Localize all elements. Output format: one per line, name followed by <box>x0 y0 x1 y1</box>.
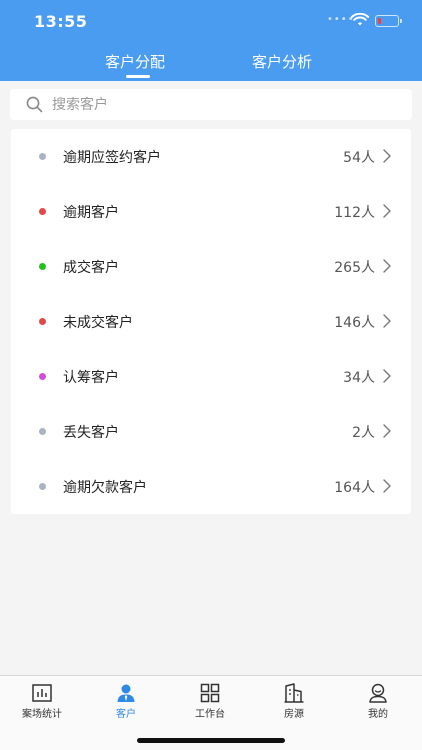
customer-group-label: 未成交客户 <box>63 315 133 331</box>
customer-group-label: 逾期欠款客户 <box>63 480 147 496</box>
grid-icon <box>200 683 220 703</box>
building-icon <box>284 683 304 703</box>
profile-icon <box>368 683 388 703</box>
customer-group-count: 34人 <box>343 370 375 386</box>
customer-group-count: 2人 <box>352 425 375 441</box>
chevron-right-icon <box>383 259 391 273</box>
customer-group-count: 54人 <box>343 150 375 166</box>
active-tab-indicator <box>126 75 150 78</box>
chevron-right-icon <box>383 314 391 328</box>
nav-item-chart[interactable]: 案场统计 <box>0 676 84 724</box>
status-dot <box>39 373 46 380</box>
home-indicator <box>137 738 285 743</box>
wifi-icon <box>351 13 369 26</box>
status-dot <box>39 263 46 270</box>
customer-group-row[interactable]: 逾期应签约客户 54人 <box>11 129 411 184</box>
nav-label: 案场统计 <box>22 709 62 720</box>
search-bar <box>10 89 412 120</box>
status-bar: 13:55 •••• <box>0 0 422 44</box>
chevron-right-icon <box>383 479 391 493</box>
nav-label: 工作台 <box>195 709 225 720</box>
customer-group-label: 逾期客户 <box>63 205 119 221</box>
nav-item-profile[interactable]: 我的 <box>336 676 420 724</box>
user-icon <box>116 683 136 703</box>
customer-group-list: 逾期应签约客户 54人逾期客户 112人成交客户 265人未成交客户 146人认筹客户 3… <box>11 129 411 514</box>
customer-group-row[interactable]: 成交客户 265人 <box>11 239 411 294</box>
status-dot <box>39 483 46 490</box>
customer-group-count: 112人 <box>334 205 375 221</box>
chart-icon <box>32 683 52 703</box>
customer-group-count: 164人 <box>334 480 375 496</box>
chevron-right-icon <box>383 204 391 218</box>
nav-label: 房源 <box>284 709 304 720</box>
battery-icon <box>375 15 402 27</box>
customer-group-label: 成交客户 <box>63 260 119 276</box>
tab-customer-analysis[interactable]: 客户分析 <box>252 51 312 72</box>
nav-item-building[interactable]: 房源 <box>252 676 336 724</box>
chevron-right-icon <box>383 369 391 383</box>
tab-bar: 客户分配 客户分析 <box>0 44 422 81</box>
customer-group-label: 丢失客户 <box>63 425 119 441</box>
chevron-right-icon <box>383 149 391 163</box>
customer-group-label: 逾期应签约客户 <box>63 150 161 166</box>
customer-group-row[interactable]: 逾期欠款客户 164人 <box>11 459 411 514</box>
search-input[interactable] <box>52 89 392 120</box>
customer-group-count: 146人 <box>334 315 375 331</box>
status-dot <box>39 428 46 435</box>
customer-group-row[interactable]: 认筹客户 34人 <box>11 349 411 404</box>
nav-item-user[interactable]: 客户 <box>84 676 168 724</box>
status-dot <box>39 318 46 325</box>
customer-group-row[interactable]: 丢失客户 2人 <box>11 404 411 459</box>
customer-group-label: 认筹客户 <box>63 370 119 386</box>
customer-group-row[interactable]: 未成交客户 146人 <box>11 294 411 349</box>
header: 13:55 •••• 客户分配 客户分析 <box>0 0 422 81</box>
customer-group-row[interactable]: 逾期客户 112人 <box>11 184 411 239</box>
chevron-right-icon <box>383 424 391 438</box>
tab-customer-allocation[interactable]: 客户分配 <box>105 51 165 72</box>
status-dot <box>39 208 46 215</box>
status-dot <box>39 153 46 160</box>
search-icon <box>26 96 43 113</box>
nav-label: 我的 <box>368 709 388 720</box>
nav-item-grid[interactable]: 工作台 <box>168 676 252 724</box>
status-time: 13:55 <box>34 12 88 31</box>
nav-label: 客户 <box>116 709 136 720</box>
customer-group-count: 265人 <box>334 260 375 276</box>
